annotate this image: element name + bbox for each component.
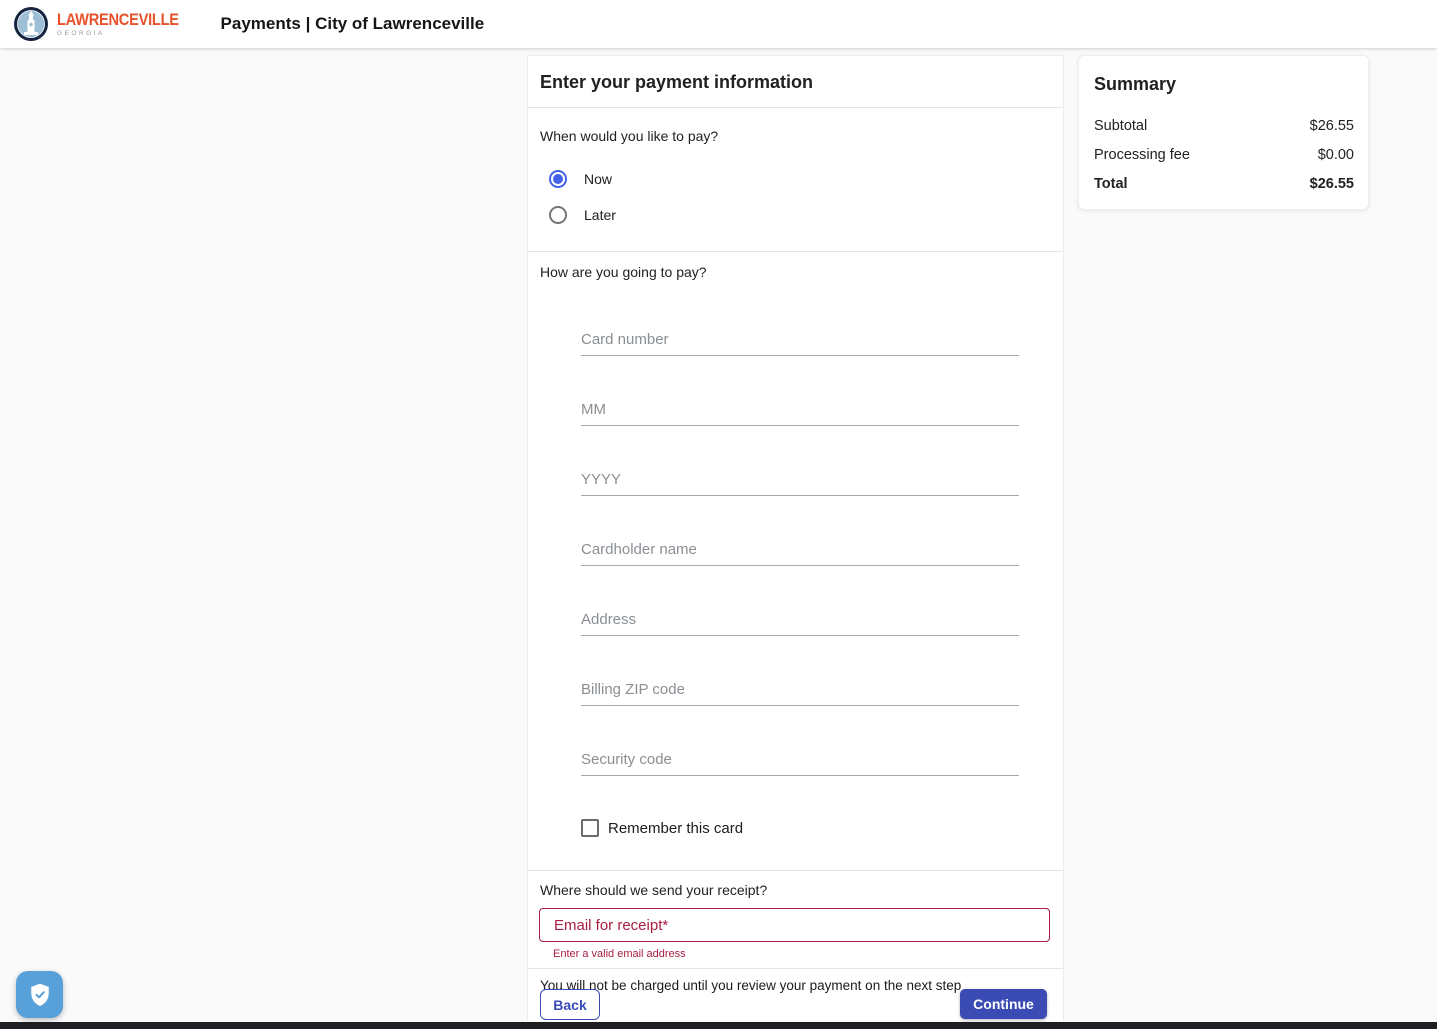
bottom-edge-strip (0, 1022, 1437, 1029)
email-error-message: Enter a valid email address (553, 948, 1063, 960)
expiry-year-field-wrap (581, 464, 1019, 496)
privacy-shield-button[interactable] (16, 971, 63, 1018)
email-field-wrap (539, 908, 1050, 942)
city-seal-icon (13, 6, 49, 42)
shield-check-icon (26, 981, 54, 1009)
cardholder-name-input[interactable] (581, 534, 1019, 566)
total-value: $26.55 (1310, 176, 1354, 192)
radio-now-label: Now (584, 171, 612, 187)
subtotal-value: $26.55 (1310, 118, 1354, 134)
expiry-month-field-wrap (581, 394, 1019, 426)
radio-later-icon[interactable] (549, 206, 567, 224)
payment-form-card: Enter your payment information When woul… (527, 55, 1064, 1021)
form-actions: Back Continue (540, 989, 1047, 1020)
how-to-pay-label: How are you going to pay? (528, 252, 1063, 280)
processing-fee-value: $0.00 (1318, 147, 1354, 163)
continue-button[interactable]: Continue (960, 989, 1047, 1019)
summary-title: Summary (1079, 56, 1368, 95)
expiry-month-input[interactable] (581, 394, 1019, 426)
address-field-wrap (581, 604, 1019, 636)
app-header: LAWRENCEVILLE GEORGIA Payments | City of… (0, 0, 1437, 48)
remember-card-label: Remember this card (608, 820, 743, 837)
cardholder-name-field-wrap (581, 534, 1019, 566)
card-fields (581, 324, 1019, 776)
summary-card: Summary Subtotal $26.55 Processing fee $… (1078, 55, 1369, 210)
subtotal-label: Subtotal (1094, 118, 1147, 134)
security-code-input[interactable] (581, 744, 1019, 776)
email-input[interactable] (540, 909, 1049, 941)
logo-name: LAWRENCEVILLE (57, 11, 179, 28)
when-to-pay-label: When would you like to pay? (528, 108, 1063, 144)
security-code-field-wrap (581, 744, 1019, 776)
card-number-input[interactable] (581, 324, 1019, 356)
receipt-label: Where should we send your receipt? (528, 871, 1063, 898)
radio-option-now[interactable]: Now (549, 161, 1063, 197)
radio-now-icon[interactable] (549, 170, 567, 188)
card-number-field-wrap (581, 324, 1019, 356)
remember-card-checkbox-row[interactable]: Remember this card (581, 814, 1063, 842)
processing-fee-label: Processing fee (1094, 147, 1190, 163)
summary-row-subtotal: Subtotal $26.55 (1079, 111, 1368, 140)
radio-later-label: Later (584, 207, 616, 223)
remember-card-checkbox[interactable] (581, 819, 599, 837)
back-button[interactable]: Back (540, 989, 600, 1020)
billing-zip-field-wrap (581, 674, 1019, 706)
billing-zip-input[interactable] (581, 674, 1019, 706)
page-title: Payments | City of Lawrenceville (221, 14, 485, 34)
total-label: Total (1094, 176, 1128, 192)
radio-option-later[interactable]: Later (549, 197, 1063, 233)
logo-subtitle: GEORGIA (57, 31, 199, 38)
expiry-year-input[interactable] (581, 464, 1019, 496)
form-title: Enter your payment information (528, 56, 1063, 107)
address-input[interactable] (581, 604, 1019, 636)
summary-row-total: Total $26.55 (1079, 169, 1368, 198)
city-logo: LAWRENCEVILLE GEORGIA (13, 6, 199, 42)
summary-row-processing-fee: Processing fee $0.00 (1079, 140, 1368, 169)
